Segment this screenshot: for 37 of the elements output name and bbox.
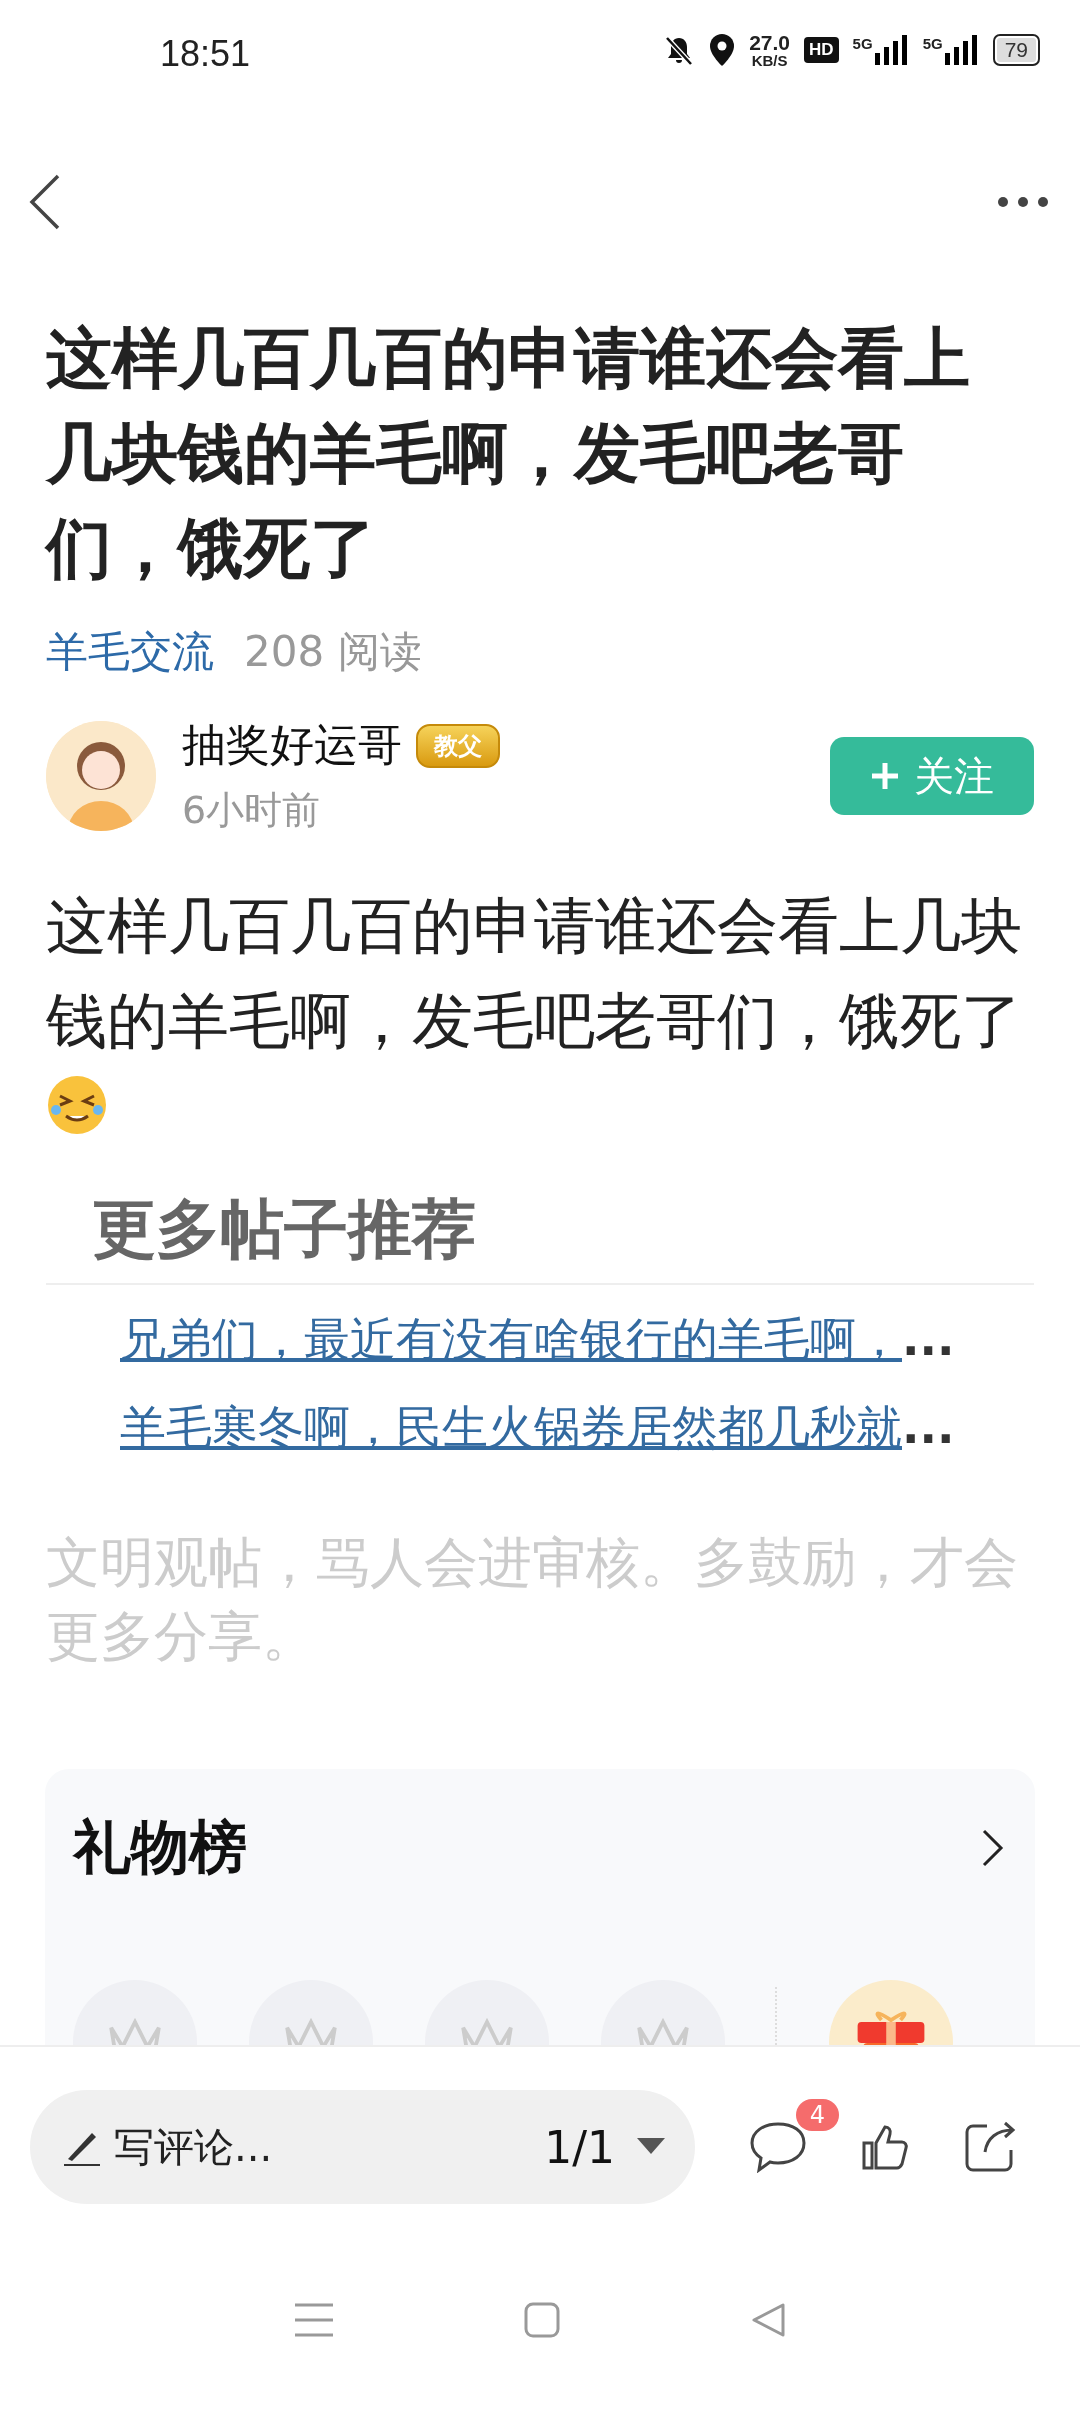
post-time: 6小时前	[182, 787, 322, 834]
post-body: 这样几百几百的申请谁还会看上几块钱的羊毛啊，发毛吧老哥们，饿死了	[46, 889, 1023, 1058]
rank-badge: 教父	[416, 723, 500, 768]
home-icon[interactable]	[524, 2301, 560, 2338]
category-link[interactable]: 羊毛交流	[46, 624, 214, 680]
signal-icon	[944, 35, 979, 65]
page-indicator[interactable]: 1/1	[544, 2121, 615, 2173]
share-icon[interactable]	[963, 2120, 1017, 2174]
post-title: 这样几百几百的申请谁还会看上几块钱的羊毛啊，发毛吧老哥们，饿死了	[46, 319, 971, 589]
battery-icon: 79	[992, 34, 1040, 66]
comment-count-badge: 4	[795, 2099, 839, 2131]
comment-field[interactable]: 写评论... 1/1	[30, 2090, 695, 2204]
author-name[interactable]: 抽奖好运哥	[182, 716, 402, 775]
read-count: 208 阅读	[244, 626, 422, 678]
location-icon	[709, 33, 736, 67]
network-type: 5G	[922, 35, 943, 52]
clock-time: 18:51	[160, 32, 252, 75]
section-heading: 更多帖子推荐	[91, 1191, 477, 1268]
more-icon[interactable]	[996, 194, 1050, 209]
ellipsis: ...	[902, 1311, 955, 1368]
comment-icon[interactable]	[749, 2121, 807, 2173]
emoji-icon	[46, 1074, 108, 1136]
menu-icon[interactable]	[295, 2301, 334, 2338]
network-speed: 27.0	[749, 32, 791, 53]
gift-ranking-title: 礼物榜	[73, 1812, 247, 1883]
dropdown-icon[interactable]	[637, 2138, 665, 2156]
chevron-right-icon[interactable]	[981, 1828, 1005, 1868]
post-link[interactable]: 兄弟们，最近有没有啥银行的羊毛啊，	[120, 1295, 902, 1383]
post-link[interactable]: 羊毛寒冬啊，民生火锅券居然都几秒就	[120, 1383, 902, 1471]
avatar[interactable]	[46, 721, 156, 831]
speed-unit: KB/S	[751, 53, 788, 68]
plus-icon	[870, 761, 900, 791]
hd-voice-icon: HD	[804, 37, 839, 63]
thumbs-up-icon[interactable]	[861, 2123, 909, 2171]
signal-icon	[874, 35, 909, 65]
ellipsis: ...	[902, 1399, 955, 1456]
network-type: 5G	[852, 35, 873, 52]
